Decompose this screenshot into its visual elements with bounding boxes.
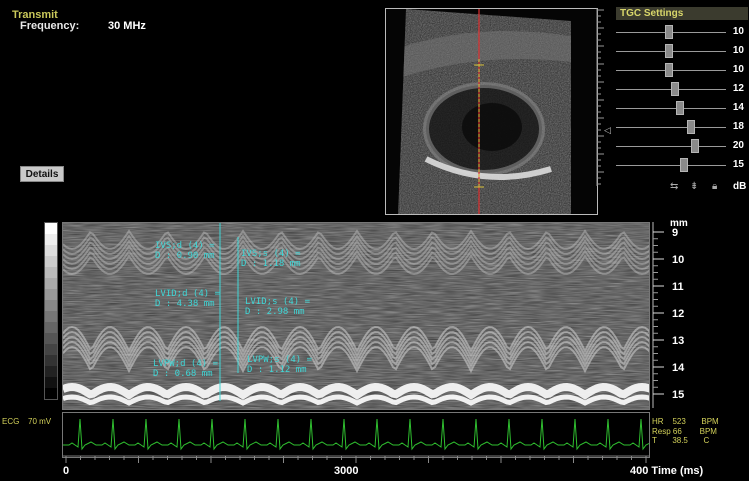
- grayscale-step: [45, 377, 57, 388]
- grayscale-step: [45, 234, 57, 245]
- tgc-value: 10: [732, 64, 744, 75]
- hr-value: 523: [672, 417, 686, 426]
- tgc-slider-row[interactable]: 20: [616, 138, 748, 156]
- resp-label: Resp: [652, 426, 671, 436]
- bmode-ultrasound-image: [398, 9, 571, 214]
- grayscale-step: [45, 388, 57, 399]
- grayscale-step: [45, 256, 57, 267]
- tgc-focus-marker-icon: ◁: [604, 125, 611, 135]
- resp-value: 66: [672, 426, 682, 436]
- tgc-slider-row[interactable]: 10: [616, 62, 748, 80]
- tgc-slider-track[interactable]: [616, 146, 726, 147]
- tgc-value: 12: [732, 83, 744, 94]
- ecg-label: ECG: [2, 417, 20, 426]
- depth-tick-label: 9: [672, 227, 678, 239]
- temp-unit: C: [703, 436, 710, 445]
- tgc-unit: dB: [733, 181, 747, 192]
- time-axis: [62, 455, 650, 463]
- vitals-panel: HR 523 BPM Resp 66 BPM T 38.5 C: [652, 417, 719, 446]
- grayscale-bar: [44, 222, 58, 400]
- tgc-slider-handle[interactable]: [686, 120, 695, 134]
- grayscale-step: [45, 355, 57, 366]
- grayscale-step: [45, 322, 57, 333]
- depth-axis: 9 10 11 12 13 14 15: [652, 222, 685, 408]
- depth-tick-label: 12: [672, 308, 684, 320]
- tgc-slider-handle[interactable]: [664, 63, 673, 77]
- lvid-s-label: LVID;s (4) = D : 2.98 mm: [245, 297, 311, 317]
- hr-label: HR: [652, 417, 664, 426]
- ivs-s-label: IVS;s (4) = D : 1.18 mm: [241, 249, 301, 269]
- tgc-slider-row[interactable]: 12: [616, 81, 748, 99]
- tgc-slider-track[interactable]: [616, 165, 726, 166]
- grayscale-step: [45, 267, 57, 278]
- tgc-slider-handle[interactable]: [664, 44, 673, 58]
- tgc-settings-header: TGC Settings: [616, 7, 748, 20]
- tgc-slider-handle[interactable]: [691, 139, 700, 153]
- tgc-value: 18: [732, 121, 744, 132]
- ivs-d-label: IVS;d (4) = D : 0.90 mm: [155, 241, 215, 261]
- time-end-label: 400 Time (ms): [630, 465, 704, 477]
- time-start-label: 0: [63, 465, 70, 477]
- grayscale-step: [45, 223, 57, 234]
- tgc-slider-track[interactable]: [616, 108, 726, 109]
- tgc-slider-handle[interactable]: [671, 82, 680, 96]
- frequency-value: 30 MHz: [108, 20, 146, 32]
- tgc-value: 15: [732, 159, 744, 170]
- depth-tick-label: 11: [672, 281, 684, 293]
- hr-unit: BPM: [701, 417, 719, 426]
- details-button[interactable]: Details: [20, 166, 64, 182]
- bmode-image[interactable]: [385, 8, 598, 215]
- tgc-depth-scale: [596, 8, 604, 186]
- mmode-trace: [63, 223, 649, 409]
- mmode-image[interactable]: IVS;d (4) = D : 0.90 mm IVS;s (4) = D : …: [62, 222, 650, 410]
- lvpw-d-label: LVPW;d (4) = D : 0.68 mm: [153, 359, 219, 379]
- ecg-scale: 70 mV: [28, 417, 52, 426]
- lvid-d-label: LVID;d (4) = D : 4.38 mm: [155, 289, 221, 309]
- grayscale-step: [45, 289, 57, 300]
- tgc-value: 10: [732, 45, 744, 56]
- temp-value: 38.5: [672, 436, 688, 445]
- tgc-slider-handle[interactable]: [680, 158, 689, 172]
- depth-tick-label: 14: [672, 362, 685, 374]
- tgc-slider-row[interactable]: 10: [616, 43, 748, 61]
- temp-label: T: [652, 436, 657, 445]
- grayscale-step: [45, 333, 57, 344]
- grayscale-step: [45, 311, 57, 322]
- tgc-slider-row[interactable]: 18: [616, 119, 748, 137]
- grayscale-step: [45, 366, 57, 377]
- tgc-slider-handle[interactable]: [664, 25, 673, 39]
- grayscale-step: [45, 344, 57, 355]
- tgc-slider-track[interactable]: [616, 127, 726, 128]
- time-mid-label: 3000: [334, 465, 359, 477]
- tgc-value: 20: [732, 140, 744, 151]
- tgc-slider-row[interactable]: 15: [616, 157, 748, 175]
- depth-tick-label: 15: [672, 389, 684, 401]
- lvpw-s-label: LVPW;s (4) = D : 1.12 mm: [247, 355, 313, 375]
- lock-icon[interactable]: 🔒︎: [712, 181, 717, 192]
- tgc-value: 10: [732, 26, 744, 37]
- tgc-value: 14: [732, 102, 744, 113]
- grayscale-step: [45, 300, 57, 311]
- depth-tick-label: 13: [672, 335, 684, 347]
- tgc-slider-row[interactable]: 14: [616, 100, 748, 118]
- tgc-slider-handle[interactable]: [675, 101, 684, 115]
- frequency-label: Frequency:: [20, 20, 80, 32]
- depth-tick-label: 10: [672, 254, 684, 266]
- tgc-slider-row[interactable]: 10: [616, 24, 748, 42]
- resp-unit: BPM: [699, 426, 717, 436]
- grayscale-step: [45, 278, 57, 289]
- tgc-reset-icon[interactable]: ⇆: [670, 181, 678, 192]
- tgc-linked-icon[interactable]: ⇟: [690, 181, 698, 192]
- ecg-trace: [63, 418, 649, 451]
- ecg-trace-panel: [62, 412, 650, 458]
- grayscale-step: [45, 245, 57, 256]
